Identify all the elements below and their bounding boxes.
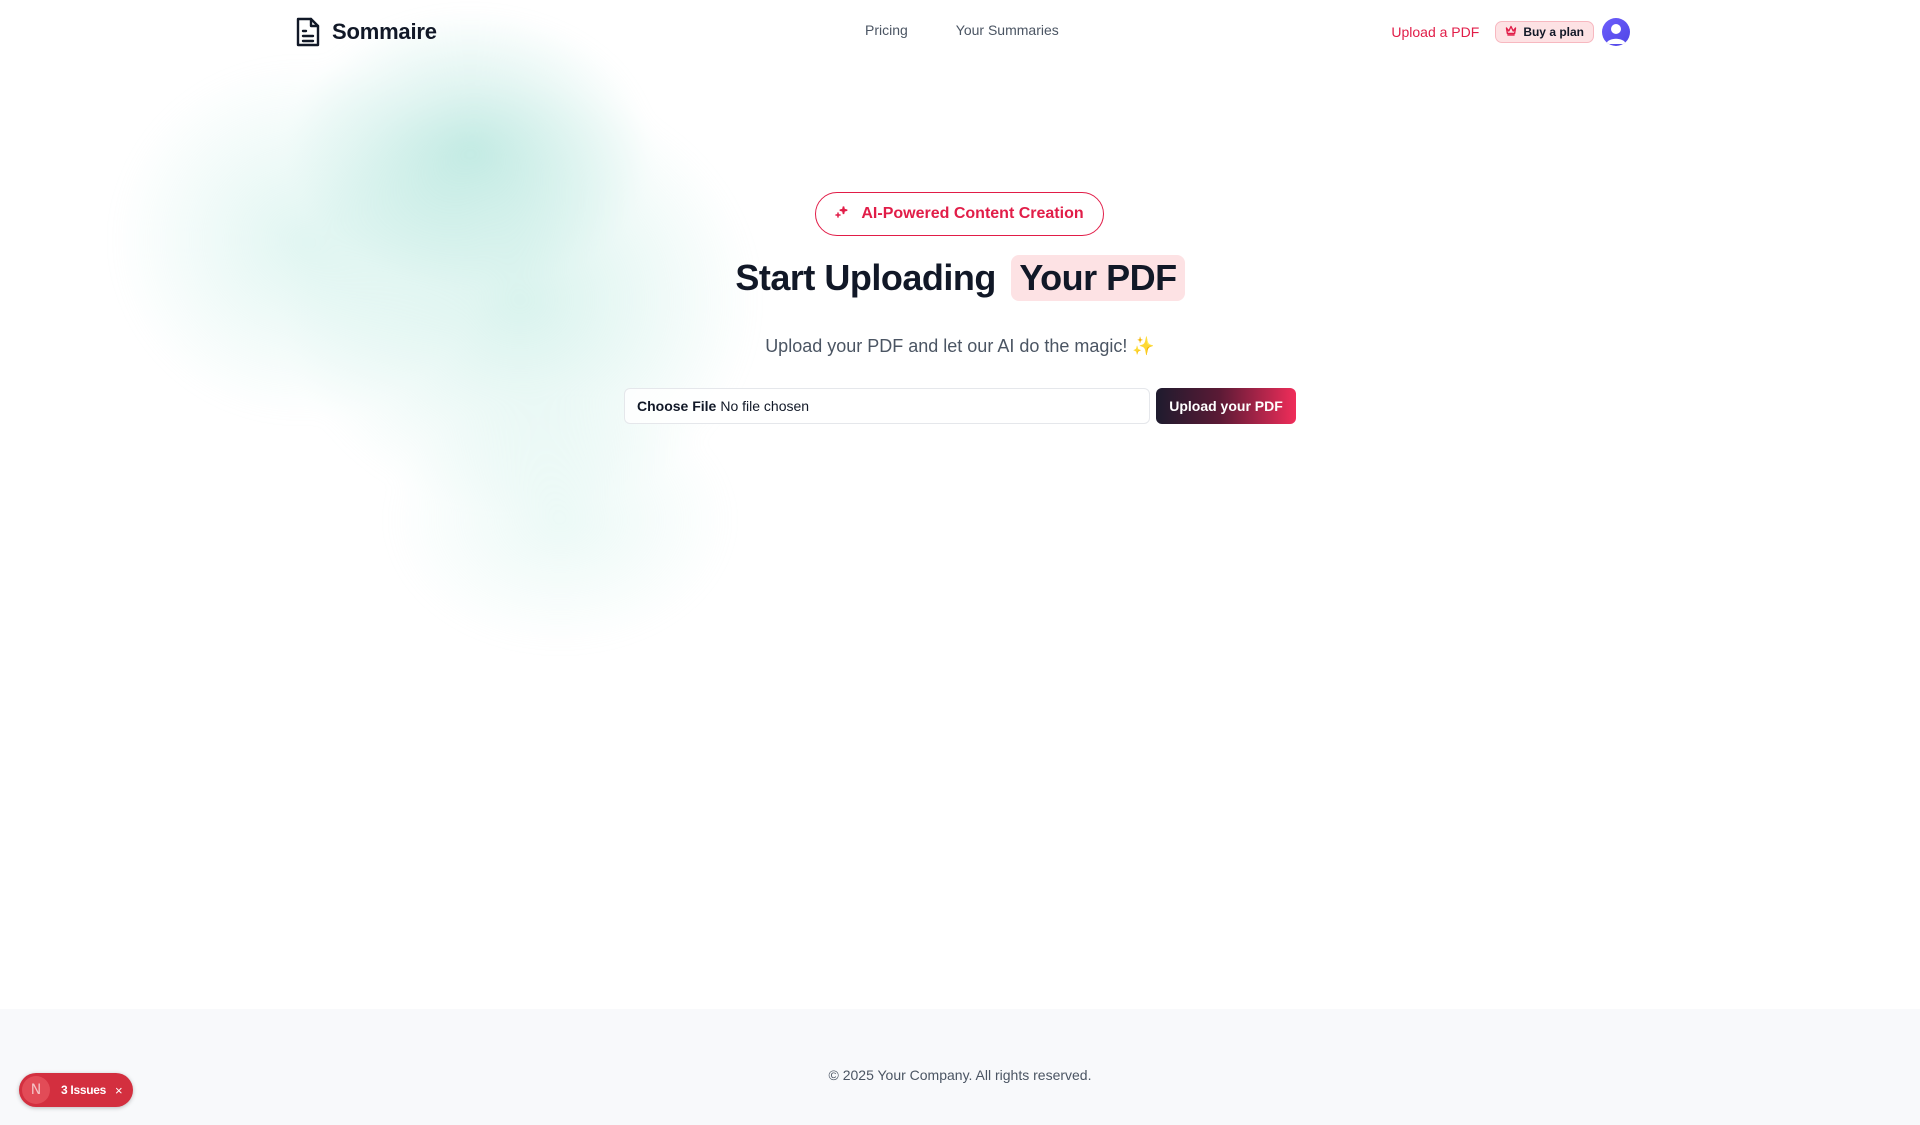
sparkles-icon (835, 205, 849, 224)
brand-logo[interactable]: Sommaire (294, 16, 437, 48)
issues-count: 3 Issues (61, 1083, 106, 1097)
file-input[interactable]: Choose File No file chosen (624, 388, 1150, 424)
file-status: No file chosen (720, 398, 810, 414)
page-title-main: Start Uploading (735, 257, 996, 298)
issues-badge[interactable]: N 3 Issues × (19, 1073, 133, 1107)
site-header: Sommaire Pricing Your Summaries Upload a… (0, 0, 1920, 64)
background-gradient (0, 0, 1100, 760)
header-actions: Upload a PDF Buy a plan (1391, 18, 1630, 46)
main-nav: Pricing Your Summaries (865, 22, 1059, 38)
nav-pricing[interactable]: Pricing (865, 22, 908, 38)
page-title: Start Uploading Your PDF (0, 255, 1920, 301)
user-avatar-icon[interactable] (1602, 18, 1630, 46)
upload-pdf-button[interactable]: Upload your PDF (1156, 388, 1296, 424)
page-title-highlight: Your PDF (1011, 255, 1185, 301)
page-subtitle: Upload your PDF and let our AI do the ma… (765, 336, 1155, 356)
ai-badge: AI-Powered Content Creation (815, 192, 1104, 236)
nextjs-logo-icon: N (22, 1076, 50, 1104)
buy-plan-label: Buy a plan (1523, 25, 1584, 39)
brand-name: Sommaire (332, 19, 437, 44)
nav-your-summaries[interactable]: Your Summaries (956, 22, 1059, 38)
upload-form: Choose File No file chosen Upload your P… (624, 388, 1296, 424)
file-text-icon (294, 16, 322, 48)
copyright-text: © 2025 Your Company. All rights reserved… (828, 1067, 1092, 1083)
upload-pdf-link[interactable]: Upload a PDF (1391, 24, 1479, 40)
ai-badge-label: AI-Powered Content Creation (861, 205, 1084, 222)
buy-plan-button[interactable]: Buy a plan (1495, 21, 1594, 43)
choose-file-button[interactable]: Choose File (637, 398, 716, 414)
crown-icon (1505, 25, 1517, 39)
site-footer: © 2025 Your Company. All rights reserved… (0, 1009, 1920, 1125)
close-icon[interactable]: × (115, 1083, 123, 1098)
